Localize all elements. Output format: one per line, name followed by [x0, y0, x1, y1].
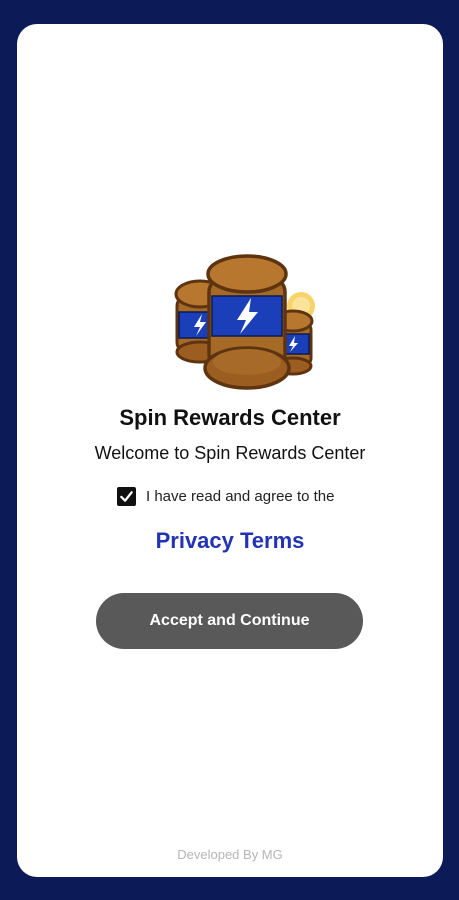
agree-label: I have read and agree to the [146, 487, 335, 505]
footer-credit: Developed By MG [177, 847, 283, 862]
app-title: Spin Rewards Center [119, 405, 341, 430]
consent-row: I have read and agree to the [117, 485, 334, 507]
agree-checkbox[interactable] [117, 486, 136, 506]
accept-continue-button[interactable]: Accept and Continue [96, 593, 363, 649]
coin-stack-lightning-icon [174, 254, 315, 390]
checkmark-icon [120, 490, 133, 502]
welcome-message: Welcome to Spin Rewards Center [94, 443, 366, 463]
privacy-terms-link[interactable]: Privacy Terms [17, 528, 443, 554]
welcome-card: Spin Rewards Center Welcome to Spin Rewa… [17, 24, 443, 877]
